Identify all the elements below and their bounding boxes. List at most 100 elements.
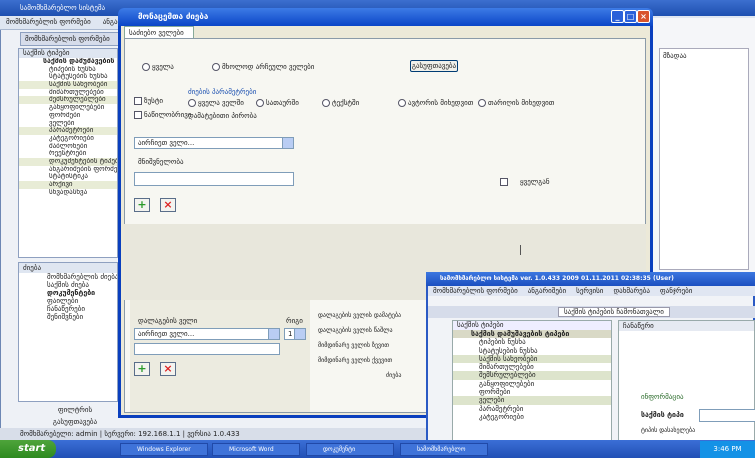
clear-button[interactable]: გასუფთავება — [410, 60, 458, 72]
inner-sidebar-item[interactable]: ველები — [453, 396, 611, 405]
sidebar-item[interactable]: ველები — [19, 120, 117, 128]
sidebar-item[interactable]: დოკუმენტების ტიპები — [19, 157, 117, 166]
tab-search-fields[interactable]: საძიებო ველები — [124, 26, 194, 38]
chevron-down-icon[interactable] — [282, 138, 293, 148]
value-input[interactable] — [134, 172, 294, 186]
inner-type-input[interactable] — [699, 409, 755, 422]
radio-all-label: ყველა — [152, 63, 174, 71]
close-icon[interactable]: × — [637, 10, 650, 23]
menu-item[interactable]: მომხმარებლის ფორმები — [0, 16, 97, 28]
chevron-down-icon[interactable] — [268, 329, 279, 339]
inner-tabs: საქმის ტიპების ჩამონათვალი — [428, 306, 755, 318]
inner-sidebar-item[interactable]: კატეგორიები — [453, 413, 611, 421]
right-panel-content: მზადაა — [659, 48, 749, 270]
inner-sidebar-item[interactable]: განყოფილებები — [453, 380, 611, 388]
sort-action-text[interactable]: მიმდინარე ველის ქვევით — [318, 357, 392, 364]
partial-checkbox[interactable] — [134, 111, 142, 119]
sidebar-item[interactable]: ანგარიშების ფორმები — [19, 166, 117, 174]
remove-icon[interactable]: × — [160, 198, 176, 212]
inner-small-label: ტიპის დასახელება — [641, 427, 696, 434]
value-label: მნიშვნელობა — [138, 158, 184, 166]
sidebar-item[interactable]: შემსრულებლები — [19, 96, 117, 105]
inner-menu-item[interactable]: ანგარიშები — [523, 287, 571, 295]
inner-sidebar-item[interactable]: შემსრულებლები — [453, 371, 611, 380]
sort-input[interactable] — [134, 343, 280, 355]
exact-label: ზუსტი — [144, 97, 164, 105]
inner-menu-item[interactable]: სერვისი — [571, 287, 608, 295]
background-tab[interactable]: მომხმარებლის ფორმები — [20, 32, 120, 46]
search-sidebar-item[interactable]: დოკუმენტები — [19, 289, 117, 297]
inner-window-title: სამომხმარებლო სისტემა ver. 1.0.433 2009 … — [426, 272, 755, 286]
clear-filter-label[interactable]: ფილტრის გასუფთავება — [40, 404, 110, 426]
exact-checkbox[interactable] — [134, 97, 142, 105]
inner-menu-item[interactable]: ფანჯრები — [655, 287, 698, 295]
option-label: ყველა ველში — [198, 99, 244, 107]
sort-field-label: დალაგების ველი — [138, 317, 198, 325]
taskbar-item[interactable]: Windows Explorer — [120, 443, 208, 456]
search-sidebar-item[interactable]: ჩანაწერები — [19, 305, 117, 313]
option-label: სათაურში — [266, 99, 299, 107]
partial-label: ნაწილობრივი — [144, 111, 192, 119]
sidebar-item[interactable]: განყოფილებები — [19, 104, 117, 112]
sidebar-item[interactable]: კატეგორიები — [19, 135, 117, 143]
radio-all[interactable] — [142, 63, 150, 71]
background-sidebar: საქმის ტიპები საქმის დამუშავების ტიპებიტ… — [18, 48, 118, 258]
taskbar-item[interactable]: Microsoft Word — [212, 443, 300, 456]
sort-action-text[interactable]: ძიება — [386, 372, 401, 379]
inner-tab[interactable]: საქმის ტიპების ჩამონათვალი — [558, 307, 670, 317]
sort-action-text[interactable]: დალაგების ველის წაშლა — [318, 327, 393, 334]
sidebar-item[interactable]: საქმის სახეობები — [19, 81, 117, 89]
start-button[interactable]: start — [0, 440, 56, 458]
inner-sidebar-item[interactable]: ტიპების ნუსხა — [453, 338, 611, 346]
inner-sidebar-item[interactable]: პარამეტრები — [453, 405, 611, 413]
everywhere-checkbox[interactable] — [500, 178, 508, 186]
maximize-icon[interactable]: □ — [624, 10, 637, 23]
sidebar-item[interactable]: სტატისტიკა — [19, 173, 117, 181]
sidebar-item[interactable]: არქივი — [19, 181, 117, 189]
sidebar-item[interactable]: ფორმები — [19, 112, 117, 120]
search-sidebar-item[interactable]: შენიშვნები — [19, 313, 117, 321]
search-sidebar-item[interactable]: ფაილები — [19, 297, 117, 305]
option-radio[interactable] — [398, 99, 406, 107]
sort-field-select[interactable]: აირჩიეთ ველი... — [134, 328, 280, 340]
sidebar-item[interactable]: სხვადასხვა — [19, 189, 117, 197]
inner-sidebar-item[interactable]: სტატუსების ნუსხა — [453, 347, 611, 355]
inner-menu-item[interactable]: დახმარება — [608, 287, 654, 295]
sidebar-item[interactable]: სტატუსების ნუსხა — [19, 73, 117, 81]
search-sidebar-item[interactable]: საქმის ძიება — [19, 281, 117, 289]
taskbar-item[interactable]: დოკუმენტი — [306, 443, 394, 456]
option-radio[interactable] — [256, 99, 264, 107]
add-icon[interactable]: + — [134, 198, 150, 212]
option-radio[interactable] — [478, 99, 486, 107]
sidebar-item[interactable]: მიმართულებები — [19, 89, 117, 97]
sort-action-text[interactable]: დალაგების ველის დამატება — [318, 312, 401, 319]
inner-sidebar-item[interactable]: ფორმები — [453, 388, 611, 396]
search-sidebar-item[interactable]: მომხმარებლის ძიება — [19, 273, 117, 281]
minimize-icon[interactable]: _ — [611, 10, 624, 23]
clock: 3:46 PM — [700, 441, 755, 458]
chevron-down-icon[interactable] — [294, 329, 305, 339]
remove-sort-icon[interactable]: × — [160, 362, 176, 376]
add-sort-icon[interactable]: + — [134, 362, 150, 376]
dialog-title: მონაცემთა ძიება — [118, 8, 653, 26]
inner-sidebar-item[interactable]: საქმის დამუშავების ტიპები — [453, 330, 611, 339]
taskbar-item[interactable]: სამომხმარებლო — [400, 443, 488, 456]
sidebar-item[interactable]: ტიპების ნუსხა — [19, 66, 117, 74]
sidebar-item[interactable]: პარამეტრები — [19, 127, 117, 135]
sidebar-item[interactable]: შაბლონები — [19, 143, 117, 151]
everywhere-label: ყველგან — [520, 178, 550, 186]
search-header: ძიება — [19, 263, 117, 273]
inner-menu-item[interactable]: მომხმარებლის ფორმები — [428, 287, 523, 295]
option-radio[interactable] — [188, 99, 196, 107]
order-select[interactable]: 1 — [284, 328, 306, 340]
field-select[interactable]: აირჩიეთ ველი... — [134, 137, 294, 149]
order-value: 1 — [288, 330, 293, 338]
sort-action-text[interactable]: მიმდინარე ველის ზევით — [318, 342, 389, 349]
option-radio[interactable] — [322, 99, 330, 107]
inner-sidebar-item[interactable]: საქმის სახეობები — [453, 354, 611, 364]
sidebar-item[interactable]: საქმის დამუშავების ტიპები — [19, 58, 117, 66]
inner-sidebar-item[interactable]: მიმართულებები — [453, 363, 611, 371]
radio-selected[interactable] — [212, 63, 220, 71]
sidebar-item[interactable]: რეესტრები — [19, 150, 117, 158]
inner-bold-label: საქმის ტიპი — [641, 411, 684, 419]
